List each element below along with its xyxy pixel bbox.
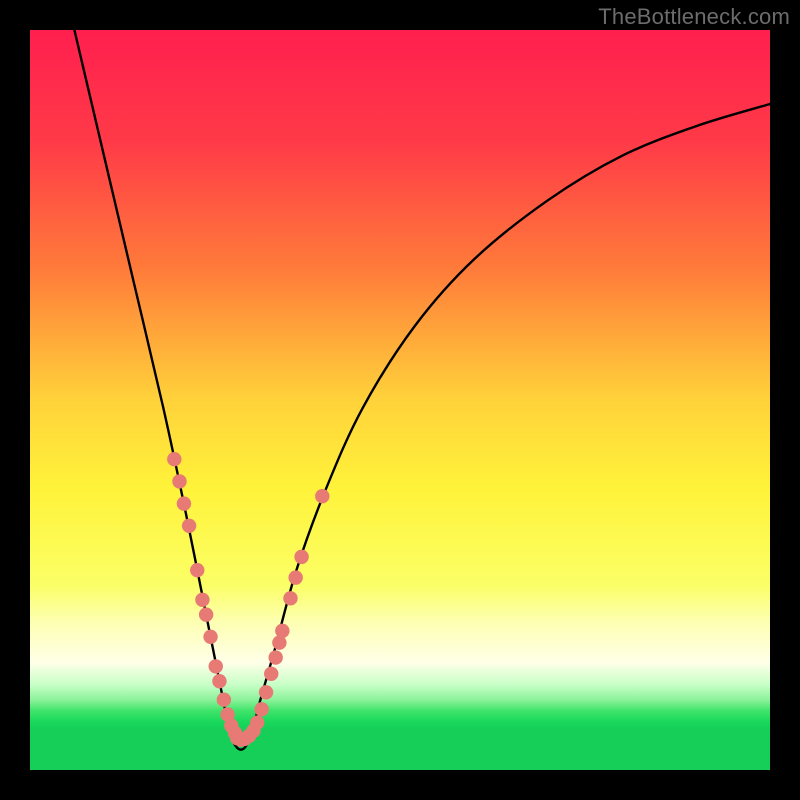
data-marker (264, 667, 278, 681)
data-marker (203, 630, 217, 644)
data-marker (172, 474, 186, 488)
plot-area (30, 30, 770, 770)
data-marker (288, 570, 302, 584)
data-marker (177, 496, 191, 510)
data-marker (254, 702, 268, 716)
data-marker (275, 624, 289, 638)
data-marker (250, 715, 264, 729)
bottleneck-curve (74, 30, 770, 750)
data-marker (182, 519, 196, 533)
outer-frame: TheBottleneck.com (0, 0, 800, 800)
data-marker (259, 685, 273, 699)
data-marker (212, 674, 226, 688)
data-marker (283, 591, 297, 605)
data-marker (294, 550, 308, 564)
data-marker (315, 489, 329, 503)
data-marker (167, 452, 181, 466)
data-marker (190, 563, 204, 577)
watermark-text: TheBottleneck.com (598, 4, 790, 30)
curve-layer (30, 30, 770, 770)
data-marker (217, 693, 231, 707)
data-marker (268, 650, 282, 664)
data-marker (209, 659, 223, 673)
data-marker (195, 593, 209, 607)
data-marker (199, 607, 213, 621)
marker-group (167, 452, 329, 747)
